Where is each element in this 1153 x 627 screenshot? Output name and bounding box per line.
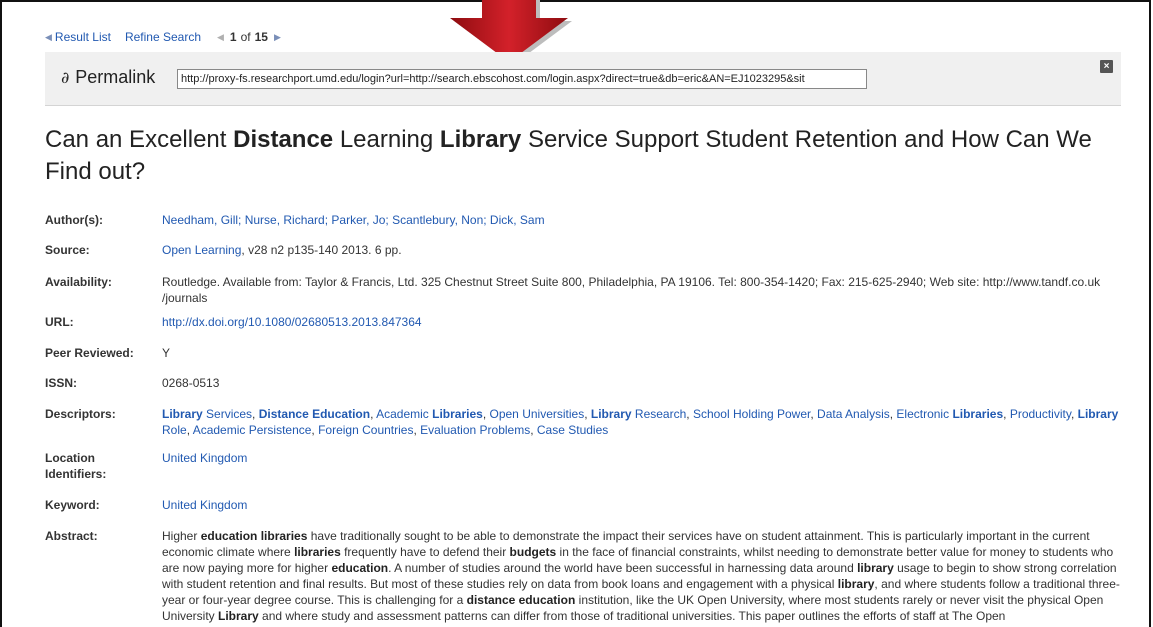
paperclip-icon: ∂ bbox=[61, 68, 70, 87]
next-result-icon[interactable]: ▶ bbox=[274, 32, 281, 43]
previous-result-icon[interactable]: ◀ bbox=[217, 32, 224, 43]
permalink-label: ∂ Permalink bbox=[61, 67, 155, 88]
availability-value: Routledge. Available from: Taylor & Fran… bbox=[162, 275, 1101, 305]
keyword-value: United Kingdom bbox=[162, 497, 1122, 513]
keyword-link[interactable]: United Kingdom bbox=[162, 498, 247, 512]
permalink-text: Permalink bbox=[75, 67, 156, 87]
descriptor-link[interactable]: Library Services bbox=[162, 407, 252, 421]
authors-label: Author(s): bbox=[45, 213, 103, 227]
descriptors-value: Library Services, Distance Education, Ac… bbox=[162, 407, 1119, 437]
location-link[interactable]: United Kingdom bbox=[162, 451, 247, 465]
left-triangle-icon: ◀ bbox=[45, 31, 52, 42]
descriptor-link[interactable]: Electronic Libraries bbox=[896, 407, 1003, 421]
descriptor-link[interactable]: Foreign Countries bbox=[318, 423, 413, 437]
descriptor-link[interactable]: Productivity bbox=[1010, 407, 1071, 421]
pager-current: 1 bbox=[229, 30, 237, 44]
close-icon[interactable]: × bbox=[1100, 60, 1113, 73]
descriptor-link[interactable]: Academic Persistence bbox=[193, 423, 312, 437]
descriptor-link[interactable]: Evaluation Problems bbox=[420, 423, 530, 437]
keyword-label: Keyword: bbox=[45, 498, 100, 512]
record-title: Can an Excellent Distance Learning Libra… bbox=[45, 126, 1092, 185]
issn-value: 0268-0513 bbox=[162, 376, 220, 390]
source-value: Open Learning, v28 n2 p135-140 2013. 6 p… bbox=[162, 243, 402, 257]
source-label: Source: bbox=[45, 243, 90, 257]
authors-value: Needham, Gill; Nurse, Richard; Parker, J… bbox=[162, 212, 1122, 228]
result-navigation: ◀ Result List Refine Search ◀ 1 of 15 ▶ bbox=[45, 30, 281, 44]
pager: ◀ 1 of 15 ▶ bbox=[217, 30, 281, 44]
doi-link[interactable]: http://dx.doi.org/10.1080/02680513.2013.… bbox=[162, 315, 422, 329]
url-label: URL: bbox=[45, 315, 74, 329]
descriptor-link[interactable]: School Holding Power bbox=[693, 407, 810, 421]
result-list-link[interactable]: Result List bbox=[55, 30, 111, 44]
url-value: http://dx.doi.org/10.1080/02680513.2013.… bbox=[162, 314, 1122, 330]
pager-of: of bbox=[240, 30, 251, 44]
abstract-value: Higher education libraries have traditio… bbox=[162, 529, 1120, 623]
descriptor-link[interactable]: Data Analysis bbox=[817, 407, 890, 421]
availability-label: Availability: bbox=[45, 275, 112, 289]
descriptor-link[interactable]: Distance Education bbox=[259, 407, 370, 421]
refine-search-link[interactable]: Refine Search bbox=[125, 30, 201, 44]
descriptor-link[interactable]: Academic Libraries bbox=[376, 407, 483, 421]
peer-reviewed-value: Y bbox=[162, 346, 171, 360]
permalink-bar: ∂ Permalink × bbox=[45, 52, 1121, 106]
descriptor-link[interactable]: Open Universities bbox=[490, 407, 585, 421]
descriptor-link[interactable]: Library Research bbox=[591, 407, 686, 421]
permalink-url-field[interactable] bbox=[177, 69, 867, 89]
source-link[interactable]: Open Learning bbox=[162, 243, 241, 257]
authors-link[interactable]: Needham, Gill; Nurse, Richard; Parker, J… bbox=[162, 213, 545, 227]
descriptors-label: Descriptors: bbox=[45, 407, 116, 421]
pager-total: 15 bbox=[254, 30, 268, 44]
peer-reviewed-label: Peer Reviewed: bbox=[45, 346, 134, 360]
location-label: Location Identifiers: bbox=[45, 451, 107, 481]
abstract-label: Abstract: bbox=[45, 529, 98, 543]
descriptor-link[interactable]: Case Studies bbox=[537, 423, 608, 437]
issn-label: ISSN: bbox=[45, 376, 78, 390]
location-value: United Kingdom bbox=[162, 450, 1122, 466]
